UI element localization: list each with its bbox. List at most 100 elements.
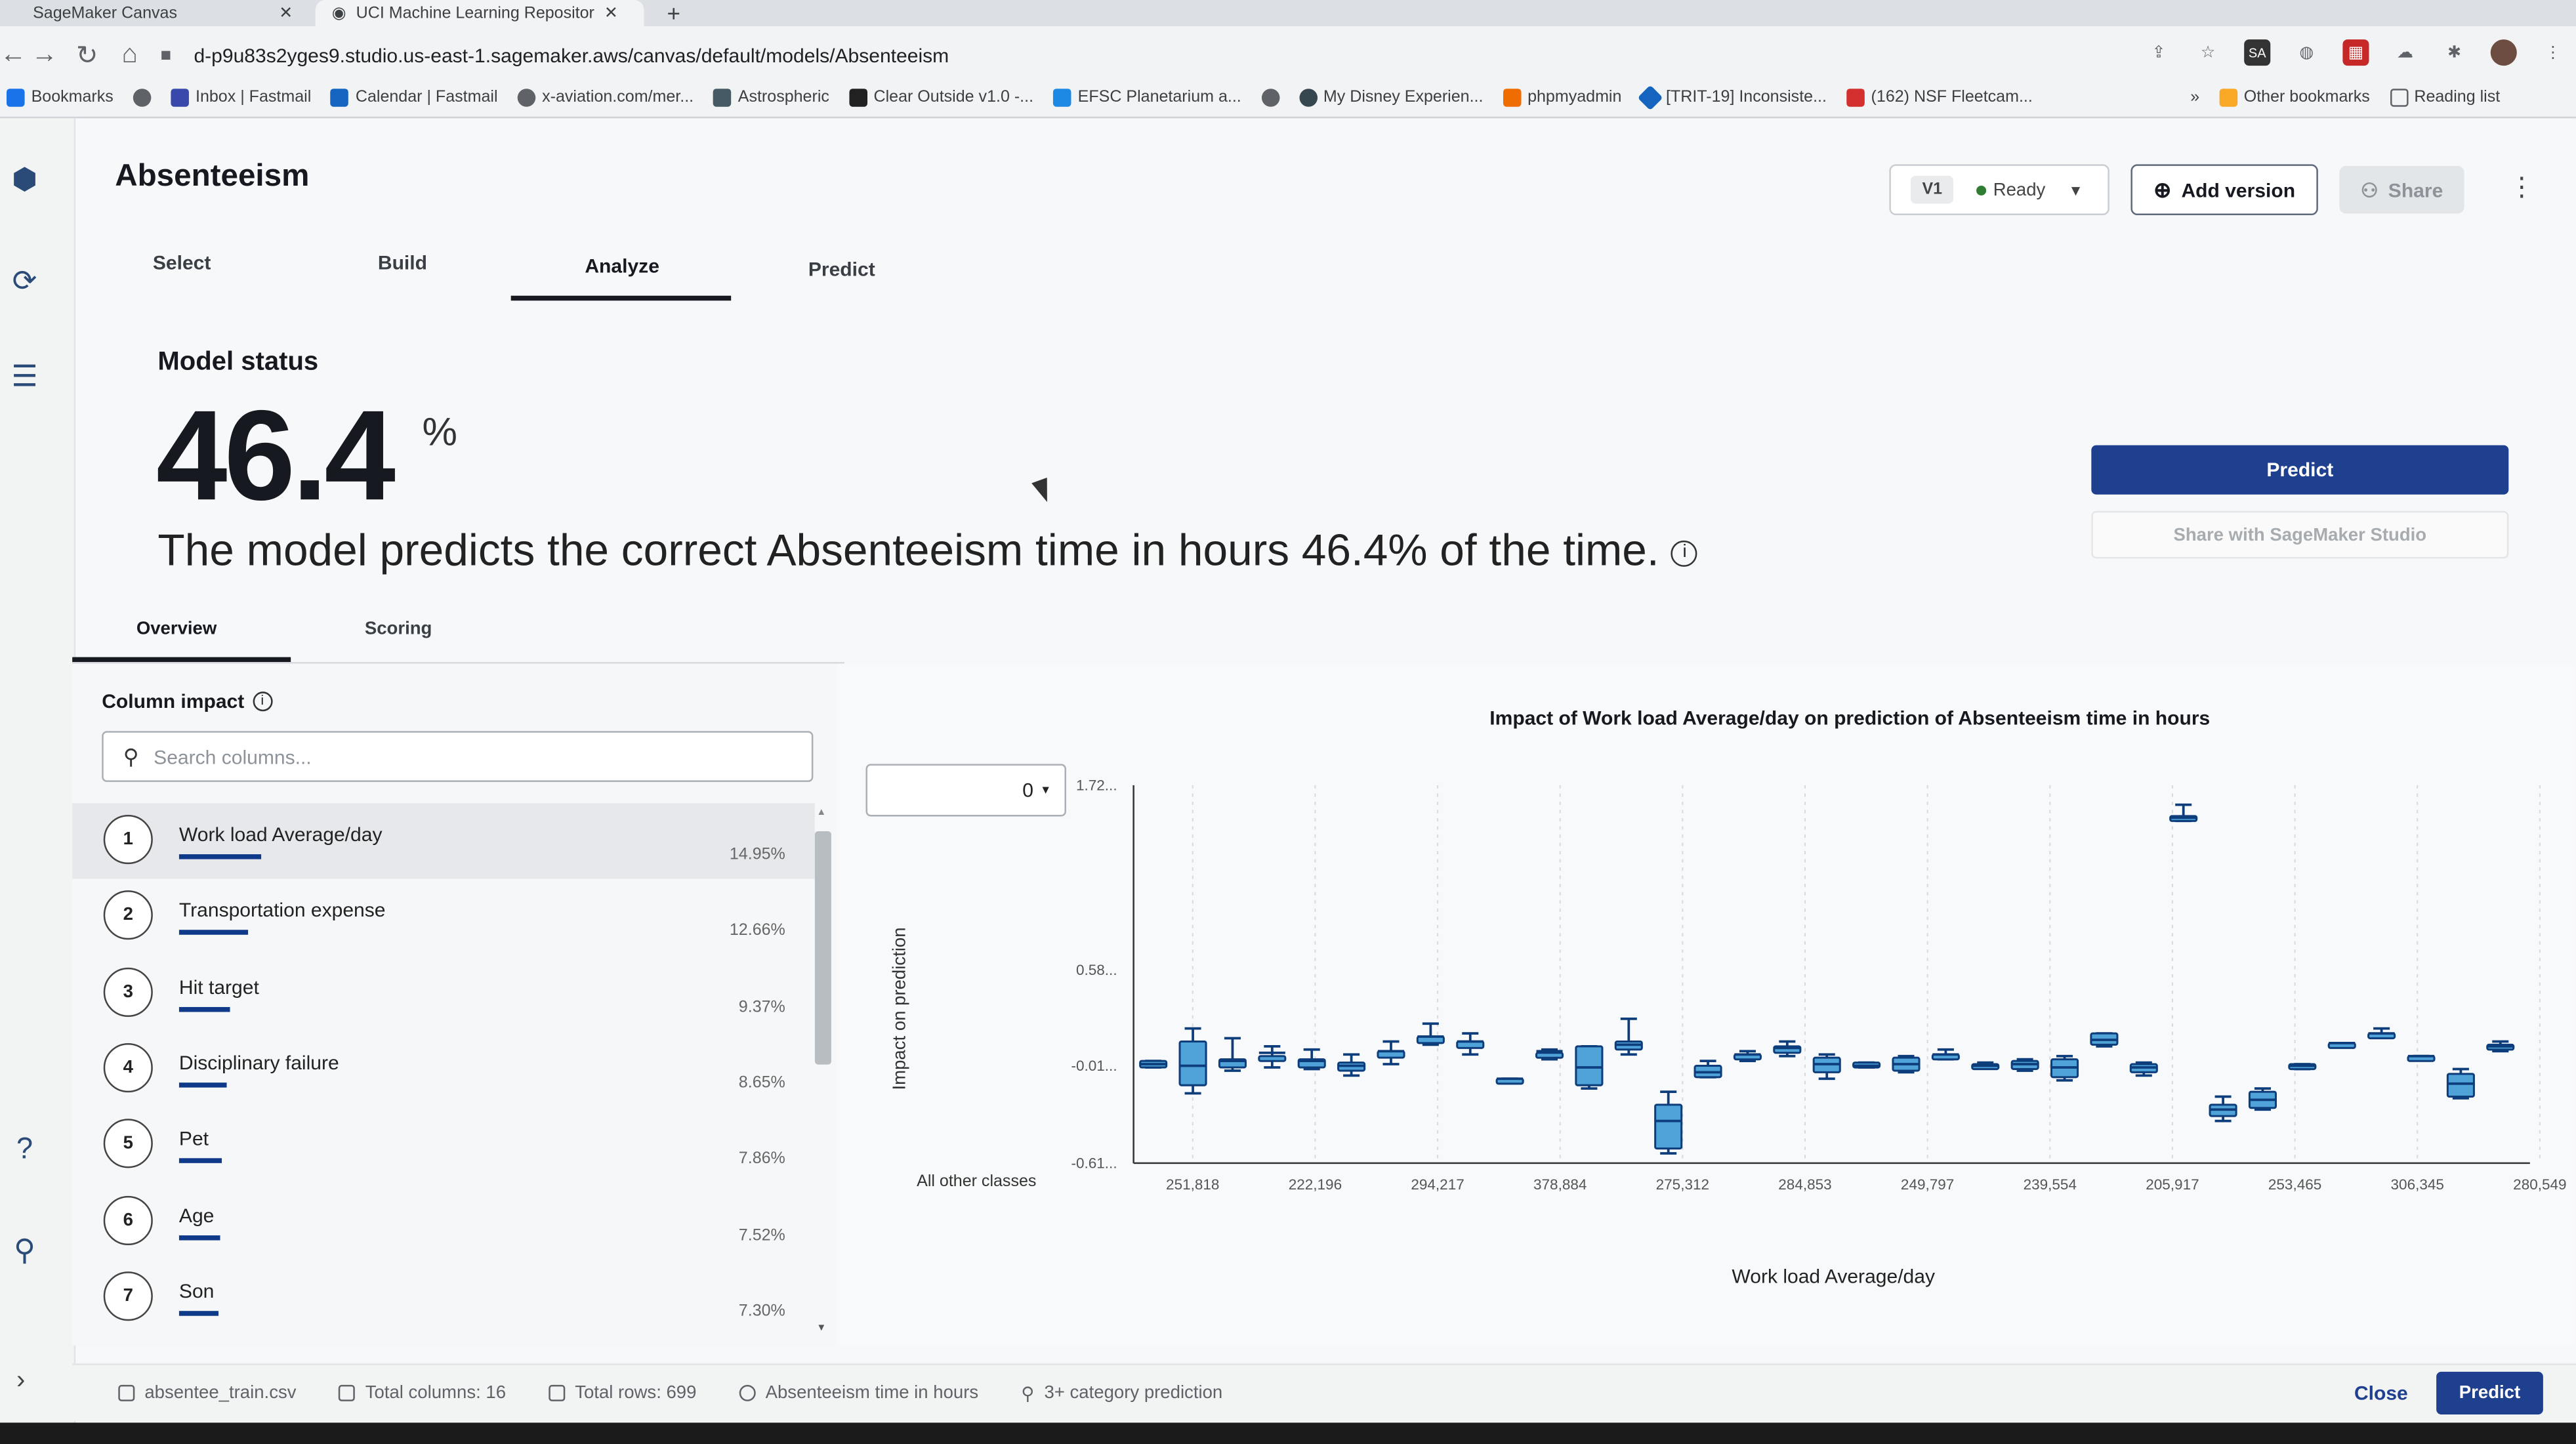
active-subtab-indicator	[72, 657, 291, 663]
tab-scoring[interactable]: Scoring	[365, 619, 432, 639]
column-impact-row[interactable]: 7 Son 7.30%	[72, 1260, 815, 1335]
avatar[interactable]	[2490, 39, 2517, 66]
close-icon[interactable]: ✕	[279, 4, 293, 22]
impact-bar	[178, 1310, 219, 1316]
tab-predict[interactable]: Predict	[808, 258, 875, 281]
mouse-cursor	[1031, 477, 1055, 505]
bookmark-item[interactable]	[133, 89, 152, 107]
bookmark-item[interactable]: phpmyadmin	[1503, 89, 1621, 107]
tab-build[interactable]: Build	[378, 251, 427, 274]
datasets-list-icon[interactable]: ☰	[7, 358, 43, 394]
column-impact-heading: Column impact i	[102, 690, 272, 713]
bookmark-item[interactable]: EFSC Planetarium a...	[1053, 89, 1241, 107]
column-impact-row[interactable]: 1 Work load Average/day 14.95%	[72, 803, 815, 879]
x-tick-label: 251,818	[1166, 1176, 1219, 1193]
share-button[interactable]: ⚇ Share	[2339, 165, 2464, 214]
browser-tab-canvas[interactable]: SageMaker Canvas ✕	[16, 0, 309, 26]
user-icon[interactable]: ⚲	[7, 1232, 43, 1268]
globe-icon: ◉	[331, 4, 346, 22]
extension-icon[interactable]: ◍	[2293, 39, 2319, 66]
reload-icon[interactable]: ↻	[66, 39, 108, 72]
column-impact-row[interactable]: 2 Transportation expense 12.66%	[72, 879, 815, 955]
chevron-down-icon: ▼	[1040, 784, 1052, 796]
new-tab-button[interactable]: +	[651, 0, 697, 26]
url-field[interactable]: d-p9u83s2yges9.studio.us-east-1.sagemake…	[194, 45, 949, 68]
browser-tab-uci[interactable]: ◉ UCI Machine Learning Repositor ✕	[315, 0, 644, 27]
bookmark-item[interactable]: Astrospheric	[713, 89, 829, 107]
bookmark-item[interactable]: Inbox | Fastmail	[171, 89, 311, 107]
rank-badge: 2	[103, 890, 153, 941]
tab-select[interactable]: Select	[153, 251, 211, 274]
x-tick-label: 239,554	[2024, 1176, 2077, 1193]
extension-calendar-icon[interactable]: ▦	[2342, 39, 2369, 66]
bookmark-item[interactable]: (162) NSF Fleetcam...	[1846, 89, 2033, 107]
search-input[interactable]: ⚲ Search columns...	[102, 731, 814, 782]
bookmark-item[interactable]: x-aviation.com/mer...	[517, 89, 694, 107]
extension-icon[interactable]: ☁	[2392, 39, 2419, 66]
info-icon[interactable]: i	[1671, 540, 1698, 567]
more-options-icon[interactable]: ⋮	[2508, 171, 2535, 203]
column-impact-row[interactable]: 6 Age 7.52%	[72, 1184, 815, 1259]
target-icon	[739, 1384, 756, 1401]
scroll-up-icon[interactable]: ▲	[816, 808, 826, 818]
browser-menu-icon[interactable]: ⋮	[2540, 39, 2566, 66]
model-status-heading: Model status	[157, 348, 319, 377]
column-impact-row[interactable]: 4 Disciplinary failure 8.65%	[72, 1031, 815, 1107]
more-bookmarks-icon[interactable]: »	[2190, 89, 2199, 107]
add-version-button[interactable]: ⊕ Add version	[2130, 164, 2318, 216]
x-tick-label: 306,345	[2391, 1176, 2444, 1193]
accuracy-score: 46.4	[156, 382, 396, 527]
page-title: Absenteeism	[115, 159, 310, 194]
column-impact-row[interactable]: 5 Pet 7.86%	[72, 1107, 815, 1183]
bookmark-item[interactable]	[1260, 89, 1279, 107]
class-select[interactable]: 0 ▼	[865, 764, 1066, 817]
close-button[interactable]: Close	[2354, 1382, 2408, 1405]
footer-predict-button[interactable]: Predict	[2436, 1371, 2543, 1414]
bookmark-item[interactable]: Clear Outside v1.0 -...	[848, 89, 1033, 107]
impact-value: 9.37%	[738, 998, 785, 1016]
column-impact-row[interactable]: 3 Hit target 9.37%	[72, 955, 815, 1031]
tab-overview[interactable]: Overview	[136, 619, 217, 639]
home-icon[interactable]: ⌂	[108, 41, 151, 71]
rank-badge: 3	[103, 966, 153, 1016]
close-icon[interactable]: ✕	[604, 4, 618, 22]
rank-badge: 1	[103, 814, 153, 865]
rows-icon	[549, 1384, 566, 1401]
y-tick-label: -0.01...	[1071, 1058, 1117, 1074]
extension-sa-icon[interactable]: SA	[2244, 39, 2271, 66]
impact-value: 7.86%	[738, 1150, 785, 1168]
status-dot-icon	[1976, 184, 1987, 195]
expand-sidebar-icon[interactable]: ›	[16, 1367, 25, 1396]
help-icon[interactable]: ?	[7, 1130, 43, 1166]
canvas-logo-icon[interactable]: ⬢	[7, 161, 43, 197]
bookmark-item[interactable]: [TRIT-19] Inconsiste...	[1637, 85, 1827, 111]
models-icon[interactable]: ⟳	[7, 263, 43, 299]
reading-list[interactable]: Reading list	[2389, 89, 2500, 107]
x-tick-label: 222,196	[1289, 1176, 1342, 1193]
puzzle-icon[interactable]: ✱	[2441, 39, 2468, 66]
scrollbar-thumb[interactable]	[814, 831, 831, 1065]
tab-analyze[interactable]: Analyze	[585, 255, 659, 278]
share-page-icon[interactable]: ⇪	[2146, 39, 2172, 66]
star-icon[interactable]: ☆	[2195, 39, 2221, 66]
impact-value: 7.52%	[738, 1226, 785, 1245]
x-tick-label: 378,884	[1533, 1176, 1587, 1193]
search-icon: ⚲	[123, 743, 139, 768]
info-icon[interactable]: i	[252, 691, 272, 712]
prediction-type: ⚲ 3+ category prediction	[1021, 1383, 1223, 1404]
column-name: Age	[178, 1203, 215, 1227]
x-tick-label: 205,917	[2146, 1176, 2199, 1193]
x-tick-label: 253,465	[2268, 1176, 2321, 1193]
predict-button[interactable]: Predict	[2091, 445, 2509, 495]
share-with-studio-button[interactable]: Share with SageMaker Studio	[2091, 510, 2509, 559]
box	[1535, 1052, 1564, 1059]
version-dropdown[interactable]: V1 Ready ▼	[1889, 164, 2109, 216]
scroll-down-icon[interactable]: ▼	[816, 1324, 826, 1334]
forward-icon[interactable]: →	[23, 41, 66, 71]
back-icon[interactable]: ←	[0, 41, 26, 71]
dataset-file: absentee_train.csv	[118, 1383, 297, 1403]
bookmark-item[interactable]: My Disney Experien...	[1298, 89, 1483, 107]
bookmark-item[interactable]: Bookmarks	[7, 89, 114, 107]
other-bookmarks[interactable]: Other bookmarks	[2219, 89, 2370, 107]
bookmark-item[interactable]: Calendar | Fastmail	[331, 89, 498, 107]
